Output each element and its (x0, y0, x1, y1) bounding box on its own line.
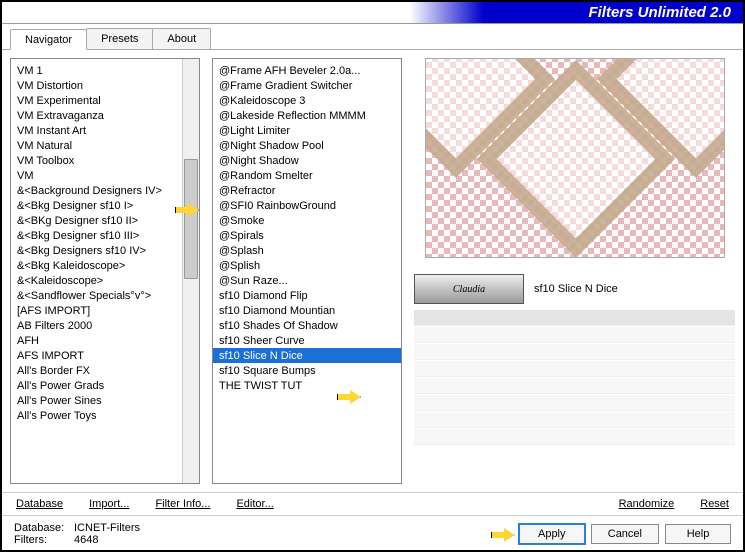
db-value: ICNET-Filters (74, 522, 140, 534)
filter-item[interactable]: @Splash (213, 243, 401, 258)
filter-item[interactable]: sf10 Square Bumps (213, 363, 401, 378)
link-toolbar: Database Import... Filter Info... Editor… (2, 492, 743, 516)
category-item[interactable]: All's Power Toys (11, 408, 199, 423)
slider-row (414, 429, 735, 445)
database-link[interactable]: Database (16, 498, 63, 510)
category-item[interactable]: VM 1 (11, 63, 199, 78)
cancel-button[interactable]: Cancel (591, 524, 659, 544)
footer: Database:ICNET-Filters Filters:4648 Appl… (2, 516, 743, 552)
tab-presets[interactable]: Presets (86, 28, 153, 49)
category-item[interactable]: &<Bkg Kaleidoscope> (11, 258, 199, 273)
slider-row (414, 327, 735, 343)
window-title: Filters Unlimited 2.0 (588, 4, 731, 21)
footer-info: Database:ICNET-Filters Filters:4648 (14, 522, 140, 546)
selected-filter-name: sf10 Slice N Dice (534, 283, 618, 295)
category-item[interactable]: VM Natural (11, 138, 199, 153)
apply-button[interactable]: Apply (519, 524, 585, 544)
category-item[interactable]: [AFS IMPORT] (11, 303, 199, 318)
category-item[interactable]: All's Power Sines (11, 393, 199, 408)
tab-navigator[interactable]: Navigator (10, 29, 87, 50)
import-link[interactable]: Import... (89, 498, 129, 510)
reset-link[interactable]: Reset (700, 498, 729, 510)
scroll-thumb[interactable] (184, 159, 198, 279)
filter-column: @Frame AFH Beveler 2.0a...@Frame Gradien… (212, 58, 402, 484)
category-item[interactable]: &<Sandflower Specials°v°> (11, 288, 199, 303)
filter-item[interactable]: THE TWIST TUT (213, 378, 401, 393)
filter-item[interactable]: @Smoke (213, 213, 401, 228)
category-item[interactable]: VM Instant Art (11, 123, 199, 138)
slider-row (414, 361, 735, 377)
category-item[interactable]: &<Bkg Designers sf10 IV> (11, 243, 199, 258)
filter-item[interactable]: @Frame AFH Beveler 2.0a... (213, 63, 401, 78)
filter-item[interactable]: @Kaleidoscope 3 (213, 93, 401, 108)
category-item[interactable]: All's Border FX (11, 363, 199, 378)
category-item[interactable]: &<BKg Designer sf10 II> (11, 213, 199, 228)
editor-link[interactable]: Editor... (236, 498, 273, 510)
category-item[interactable]: All's Power Grads (11, 378, 199, 393)
filter-item[interactable]: sf10 Sheer Curve (213, 333, 401, 348)
filter-item[interactable]: @SFI0 RainbowGround (213, 198, 401, 213)
category-item[interactable]: VM Extravaganza (11, 108, 199, 123)
filter-item[interactable]: @Frame Gradient Switcher (213, 78, 401, 93)
filter-count-value: 4648 (74, 534, 98, 546)
category-scrollbar[interactable] (182, 59, 199, 483)
filter-item[interactable]: @Light Limiter (213, 123, 401, 138)
filter-item[interactable]: @Night Shadow Pool (213, 138, 401, 153)
titlebar: Filters Unlimited 2.0 (2, 2, 743, 24)
filter-item[interactable]: @Random Smelter (213, 168, 401, 183)
filter-item[interactable]: sf10 Diamond Flip (213, 288, 401, 303)
category-item[interactable]: AFS IMPORT (11, 348, 199, 363)
filter-item[interactable]: sf10 Shades Of Shadow (213, 318, 401, 333)
slider-row (414, 412, 735, 428)
help-button[interactable]: Help (665, 524, 731, 544)
author-badge: Claudia (414, 274, 524, 304)
filter-item[interactable]: @Lakeside Reflection MMMM (213, 108, 401, 123)
filter-count-label: Filters: (14, 534, 74, 546)
category-listbox[interactable]: VM 1VM DistortionVM ExperimentalVM Extra… (10, 58, 200, 484)
category-item[interactable]: AFH (11, 333, 199, 348)
category-item[interactable]: &<Bkg Designer sf10 I> (11, 198, 199, 213)
slider-row (414, 378, 735, 394)
slider-row (414, 395, 735, 411)
category-item[interactable]: VM Distortion (11, 78, 199, 93)
preview-image (425, 58, 725, 258)
filter-listbox[interactable]: @Frame AFH Beveler 2.0a...@Frame Gradien… (212, 58, 402, 484)
footer-buttons: Apply Cancel Help (519, 524, 731, 544)
randomize-link[interactable]: Randomize (619, 498, 675, 510)
main-area: VM 1VM DistortionVM ExperimentalVM Extra… (2, 50, 743, 492)
category-item[interactable]: &<Kaleidoscope> (11, 273, 199, 288)
parameter-sliders (414, 310, 735, 446)
category-item[interactable]: AB Filters 2000 (11, 318, 199, 333)
filter-item[interactable]: @Refractor (213, 183, 401, 198)
filter-item[interactable]: @Spirals (213, 228, 401, 243)
filter-item[interactable]: @Sun Raze... (213, 273, 401, 288)
pointer-hand-icon (489, 524, 517, 546)
slider-row (414, 344, 735, 360)
filter-item[interactable]: sf10 Slice N Dice (213, 348, 401, 363)
filter-name-row: Claudia sf10 Slice N Dice (414, 274, 735, 304)
right-panel: Claudia sf10 Slice N Dice (414, 58, 735, 484)
category-item[interactable]: VM (11, 168, 199, 183)
category-item[interactable]: VM Toolbox (11, 153, 199, 168)
filter-item[interactable]: @Splish (213, 258, 401, 273)
category-item[interactable]: &<Bkg Designer sf10 III> (11, 228, 199, 243)
slider-row[interactable] (414, 310, 735, 326)
filter-info-link[interactable]: Filter Info... (155, 498, 210, 510)
category-item[interactable]: &<Background Designers IV> (11, 183, 199, 198)
tab-about[interactable]: About (152, 28, 211, 49)
db-label: Database: (14, 522, 74, 534)
tab-strip: NavigatorPresetsAbout (2, 24, 743, 50)
filter-item[interactable]: @Night Shadow (213, 153, 401, 168)
category-column: VM 1VM DistortionVM ExperimentalVM Extra… (10, 58, 200, 484)
category-item[interactable]: VM Experimental (11, 93, 199, 108)
filter-item[interactable]: sf10 Diamond Mountian (213, 303, 401, 318)
